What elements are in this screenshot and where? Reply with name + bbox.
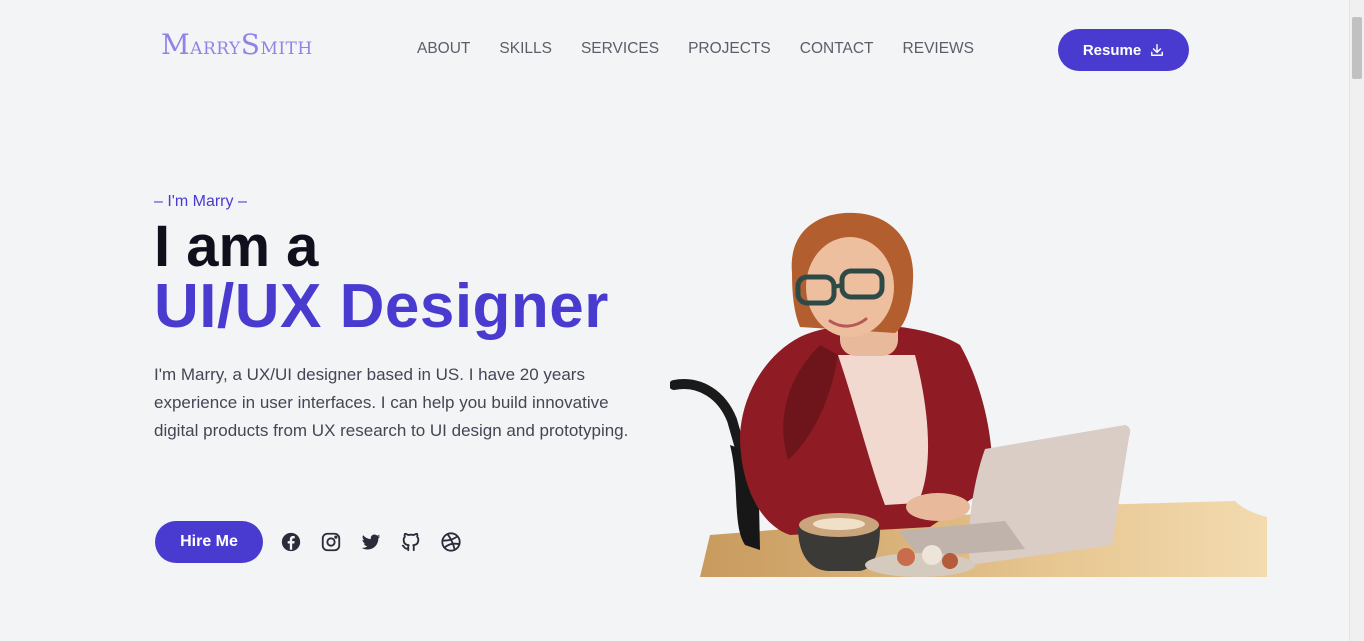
hero-intro: I'm Marry, a UX/UI designer based in US.… — [154, 365, 629, 440]
hero-photo — [670, 212, 1267, 577]
dribbble-icon[interactable] — [440, 531, 462, 553]
facebook-icon[interactable] — [280, 531, 302, 553]
nav-contact[interactable]: CONTACT — [800, 40, 874, 58]
resume-label: Resume — [1082, 41, 1142, 59]
nav-services[interactable]: SERVICES — [581, 40, 659, 58]
hero-heading-line1: I am a — [154, 214, 319, 279]
resume-button[interactable]: Resume — [1058, 29, 1189, 71]
hero-heading-line2: UI/UX Designer — [154, 272, 609, 341]
logo-first-initial: M — [161, 28, 191, 61]
main-nav: ABOUT SKILLS SERVICES PROJECTS CONTACT R… — [417, 40, 974, 58]
nav-projects[interactable]: PROJECTS — [688, 40, 771, 58]
social-links — [280, 531, 462, 553]
twitter-icon[interactable] — [360, 531, 382, 553]
hero-tagline: – I'm Marry – — [154, 193, 247, 210]
hire-me-button[interactable]: Hire Me — [155, 521, 263, 563]
logo-last-rest: MITH — [260, 39, 313, 59]
logo-last-initial: S — [240, 28, 261, 61]
logo[interactable]: MARRYSMITH — [161, 28, 313, 61]
nav-reviews[interactable]: REVIEWS — [903, 40, 974, 58]
nav-about[interactable]: ABOUT — [417, 40, 470, 58]
download-icon — [1151, 44, 1164, 56]
wheelchair-handle — [670, 379, 747, 460]
scrollbar-thumb[interactable] — [1352, 17, 1362, 79]
github-icon[interactable] — [400, 531, 422, 553]
plate — [865, 553, 975, 577]
instagram-icon[interactable] — [320, 531, 342, 553]
scrollbar[interactable] — [1349, 0, 1364, 641]
hand — [906, 493, 970, 521]
nav-skills[interactable]: SKILLS — [499, 40, 552, 58]
logo-first-rest: ARRY — [190, 39, 241, 59]
